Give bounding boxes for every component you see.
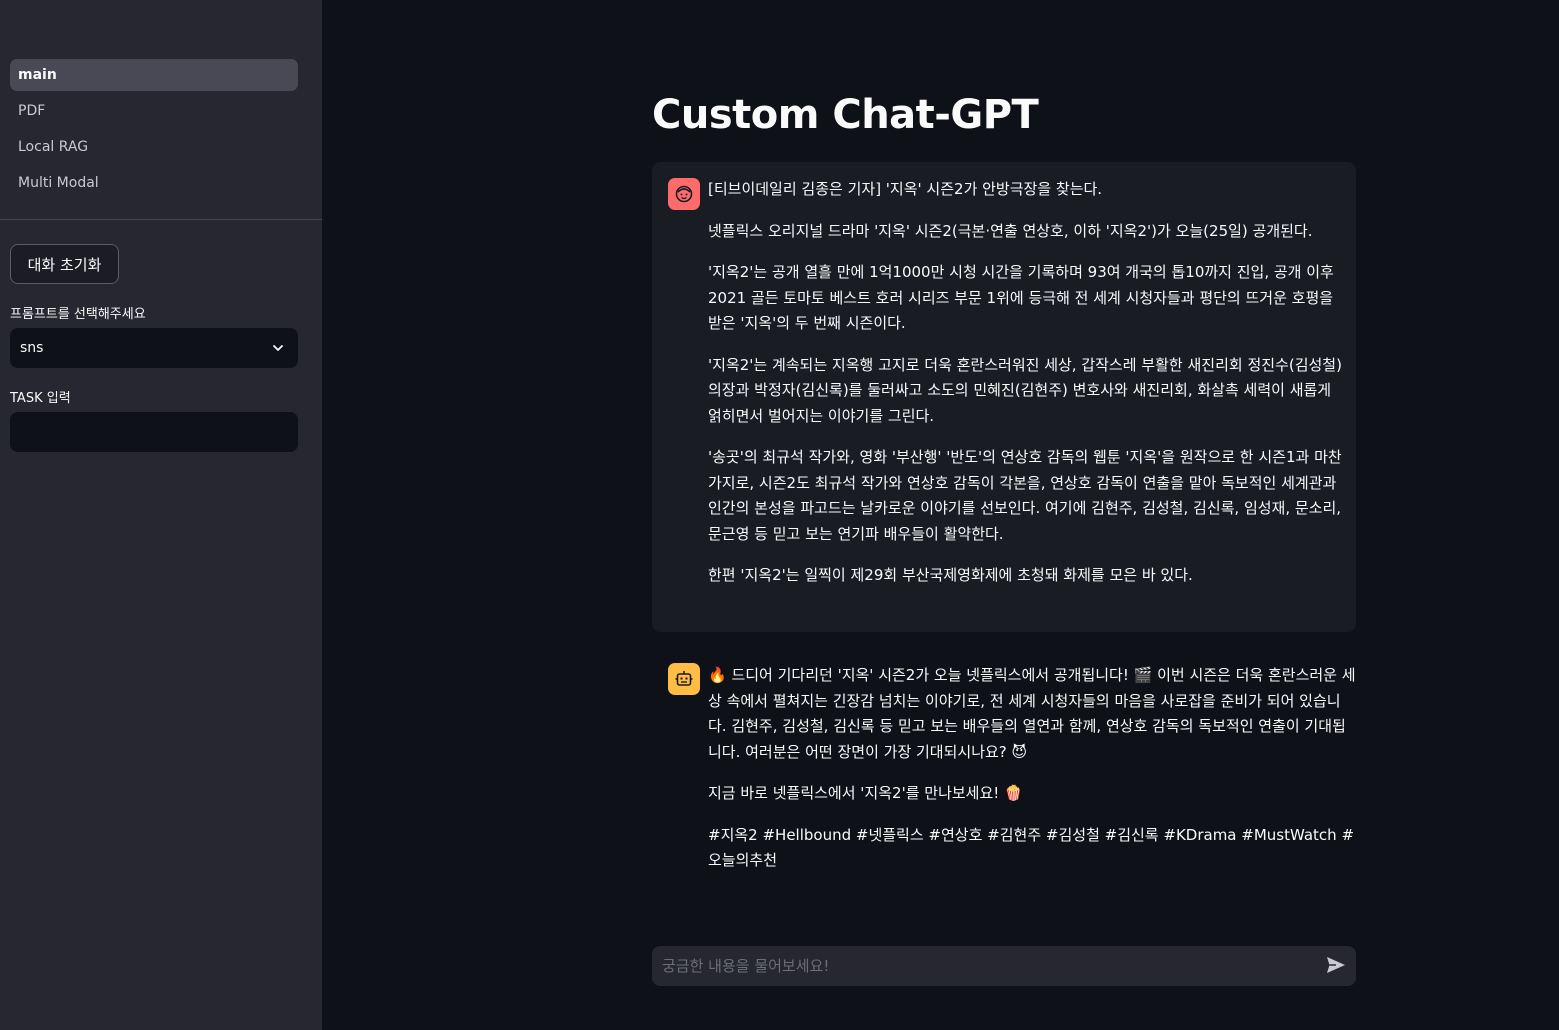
sidebar-item-multi-modal[interactable]: Multi Modal [10,167,298,199]
send-button[interactable] [1324,954,1348,978]
sidebar-item-main[interactable]: main [10,59,298,91]
app-root: main PDF Local RAG Multi Modal 대화 초기화 프롬… [0,0,1559,1030]
prompt-select[interactable]: sns [10,328,298,368]
prompt-select-label: 프롬프트를 선택해주세요 [10,307,146,322]
user-message-paragraph: '지옥2'는 공개 열흘 만에 1억1000만 시청 시간을 기록하며 93여 … [708,263,1334,332]
task-input[interactable] [10,412,298,452]
assistant-message-text: 🔥 드디어 기다리던 '지옥' 시즌2가 오늘 넷플릭스에서 공개됩니다! 🎬 … [708,663,1356,890]
user-message-paragraph: '송곳'의 최규석 작가와, 영화 '부산행' '반도'의 연상호 감독의 웹툰… [708,448,1342,543]
sidebar-item-local-rag[interactable]: Local RAG [10,131,298,163]
prompt-select-value: sns [20,340,44,356]
assistant-message-paragraph: 지금 바로 넷플릭스에서 '지옥2'를 만나보세요! 🍿 [708,784,1023,802]
sidebar: main PDF Local RAG Multi Modal 대화 초기화 프롬… [0,0,322,1030]
sidebar-divider [0,219,322,220]
send-icon [1327,957,1345,973]
user-message-text: [티브이데일리 김종은 기자] '지옥' 시즌2가 안방극장을 찾는다. 넷플릭… [708,177,1344,605]
assistant-message-hashtags: #지옥2 #Hellbound #넷플릭스 #연상호 #김현주 #김성철 #김신… [708,825,1355,870]
sidebar-item-pdf[interactable]: PDF [10,95,298,127]
assistant-message-paragraph: 🔥 드디어 기다리던 '지옥' 시즌2가 오늘 넷플릭스에서 공개됩니다! 🎬 … [708,666,1356,761]
face-icon [675,185,693,203]
task-input-label: TASK 입력 [10,391,71,406]
chat-input-container [652,946,1356,986]
page-title: Custom Chat-GPT [652,92,1039,138]
user-avatar [668,178,700,210]
chevron-down-icon [273,345,283,351]
robot-icon [675,671,693,686]
user-message-paragraph: [티브이데일리 김종은 기자] '지옥' 시즌2가 안방극장을 찾는다. [708,180,1103,198]
user-message-paragraph: 한편 '지옥2'는 일찍이 제29회 부산국제영화제에 초청돼 화제를 모은 바… [708,566,1193,584]
user-message-paragraph: 넷플릭스 오리지널 드라마 '지옥' 시즌2(극본·연출 연상호, 이하 '지옥… [708,221,1313,240]
reset-chat-button[interactable]: 대화 초기화 [10,244,119,284]
assistant-avatar [668,663,700,695]
chat-input[interactable] [652,946,1312,986]
user-message-paragraph: '지옥2'는 계속되는 지옥행 고지로 더욱 혼란스러워진 세상, 갑작스레 부… [708,355,1342,425]
sidebar-nav: main PDF Local RAG Multi Modal [10,59,298,203]
